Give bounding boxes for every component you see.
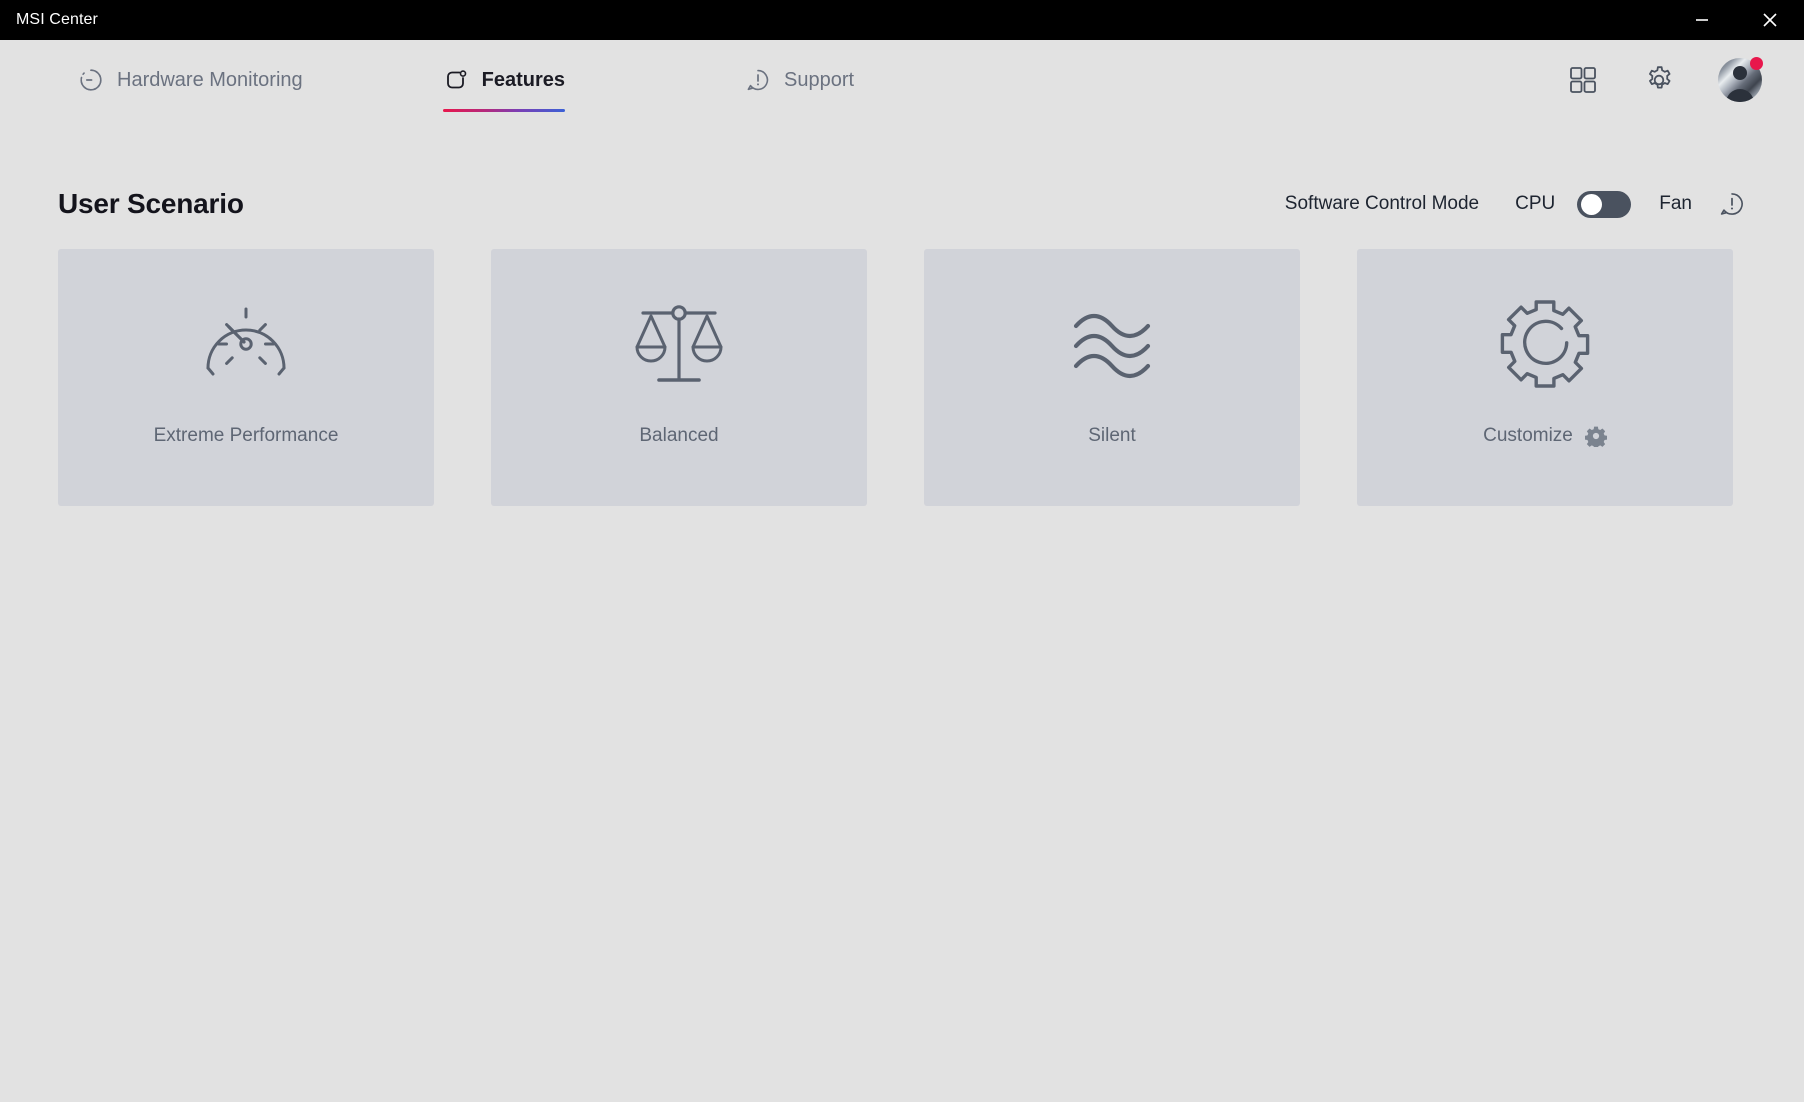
scenario-label-text: Balanced (639, 425, 719, 446)
waves-icon (1060, 291, 1164, 397)
scenario-label-text: Extreme Performance (153, 425, 339, 446)
tab-label-support: Support (784, 68, 855, 91)
scenario-card-label: Balanced (639, 425, 718, 447)
scenario-label-text: Customize (1483, 425, 1573, 446)
active-tab-underline (442, 109, 566, 112)
tab-hardware-monitoring[interactable]: Hardware Monitoring (78, 40, 303, 120)
notification-badge-dot (1750, 57, 1763, 70)
support-icon (745, 67, 771, 93)
software-control-mode: Software Control Mode CPU Fan (1285, 190, 1746, 218)
avatar-head (1733, 66, 1747, 80)
scenario-card-balanced[interactable]: Balanced (491, 249, 867, 506)
title-bar: MSI Center (0, 0, 1804, 40)
close-button[interactable] (1736, 0, 1804, 40)
scenario-card-silent[interactable]: Silent (924, 249, 1300, 506)
nav-spacer-1 (303, 40, 443, 120)
info-exclamation-icon[interactable] (1718, 190, 1746, 218)
nav-spacer-2 (565, 40, 745, 120)
hardware-monitoring-icon (78, 67, 104, 93)
avatar-body (1726, 89, 1754, 102)
balance-scale-icon (627, 291, 731, 397)
nav-actions (1566, 40, 1804, 120)
features-icon (443, 67, 469, 93)
scenario-label-text: Silent (1088, 425, 1136, 446)
tab-label-hardware-monitoring: Hardware Monitoring (117, 68, 303, 91)
window-controls (1668, 0, 1804, 40)
apps-grid-icon[interactable] (1566, 63, 1600, 97)
page-title: User Scenario (58, 188, 244, 219)
settings-gear-icon[interactable] (1640, 61, 1678, 99)
customize-settings-gear-icon[interactable] (1584, 425, 1607, 447)
cpu-fan-toggle[interactable] (1577, 190, 1632, 218)
control-mode-fan-label: Fan (1659, 193, 1692, 214)
section-header: User Scenario Software Control Mode CPU … (58, 168, 1746, 240)
tab-support[interactable]: Support (745, 40, 854, 120)
scenario-card-extreme-performance[interactable]: Extreme Performance (58, 249, 434, 506)
scenario-card-customize[interactable]: Customize (1357, 249, 1733, 506)
gear-icon (1493, 291, 1597, 397)
scenario-card-label: Silent (1088, 425, 1136, 447)
toggle-knob (1581, 193, 1603, 215)
tab-label-features: Features (481, 68, 566, 91)
control-mode-cpu-label: CPU (1515, 193, 1556, 214)
content-area: User Scenario Software Control Mode CPU … (0, 120, 1804, 1102)
scenario-card-label: Extreme Performance (154, 425, 339, 447)
window-title: MSI Center (16, 11, 98, 28)
main-nav: Hardware Monitoring Features Support (0, 40, 1804, 120)
speedometer-icon (194, 291, 298, 397)
scenario-card-label: Customize (1483, 425, 1607, 447)
scenario-card-list: Extreme Performance Balanced Silent Cust… (58, 249, 1746, 506)
tab-features[interactable]: Features (442, 40, 566, 120)
control-mode-label: Software Control Mode (1284, 193, 1480, 214)
user-avatar[interactable] (1718, 57, 1763, 102)
msi-center-window: MSI Center Hardware Monitoring Features … (0, 0, 1804, 1102)
minimize-button[interactable] (1668, 0, 1736, 40)
